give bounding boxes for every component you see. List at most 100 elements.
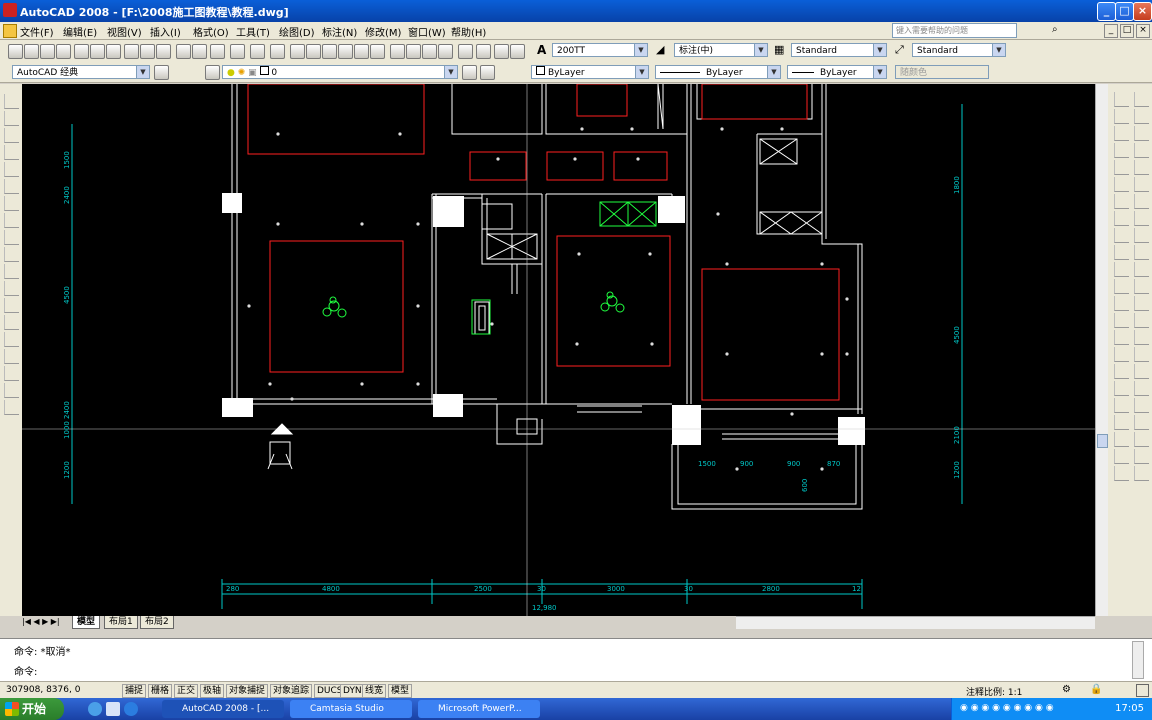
modify-tool-icon[interactable] (1114, 313, 1129, 328)
standard-tool-icon[interactable] (124, 44, 139, 59)
task-camtasia[interactable]: Camtasia Studio (290, 700, 412, 718)
sun-icon[interactable]: ✺ (238, 68, 246, 78)
chevron-down-icon[interactable]: ▼ (992, 44, 1005, 56)
modify-tool-icon[interactable] (1134, 466, 1149, 481)
make-layer-current-icon[interactable] (462, 65, 477, 80)
modify-tool-icon[interactable] (1134, 279, 1149, 294)
modify-tool-icon[interactable] (1134, 415, 1149, 430)
tab-layout2[interactable]: 布局2 (140, 616, 174, 629)
clean-screen-icon[interactable] (1136, 684, 1149, 697)
draw-tool-icon[interactable] (4, 247, 19, 262)
lineweight-toggle[interactable]: 线宽 (362, 684, 387, 698)
menu-help[interactable]: 帮助(H) (451, 24, 486, 39)
menu-tools[interactable]: 工具(T) (236, 24, 270, 39)
modify-tool-icon[interactable] (1134, 347, 1149, 362)
minimize-button[interactable]: _ (1097, 2, 1116, 21)
command-prompt[interactable]: 命令: (14, 663, 37, 678)
standard-tool-icon[interactable] (438, 44, 453, 59)
menu-view[interactable]: 视图(V) (107, 24, 142, 39)
tab-model[interactable]: 模型 (72, 616, 101, 629)
draw-tool-icon[interactable] (4, 179, 19, 194)
draw-tool-icon[interactable] (4, 94, 19, 109)
modify-tool-icon[interactable] (1114, 211, 1129, 226)
dyn-toggle[interactable]: DYN (340, 684, 365, 698)
standard-tool-icon[interactable] (290, 44, 305, 59)
modify-tool-icon[interactable] (1114, 262, 1129, 277)
close-button[interactable]: × (1133, 2, 1152, 21)
draw-tool-icon[interactable] (4, 111, 19, 126)
menu-format[interactable]: 格式(O) (193, 24, 229, 39)
autocad-app-icon[interactable] (3, 3, 17, 17)
menu-edit[interactable]: 编辑(E) (63, 24, 97, 39)
osnap-toggle[interactable]: 对象捕捉 (226, 684, 269, 698)
scroll-thumb[interactable] (1097, 434, 1108, 448)
modify-tool-icon[interactable] (1114, 398, 1129, 413)
task-powerpoint[interactable]: Microsoft PowerP... (418, 700, 540, 718)
modify-tool-icon[interactable] (1134, 194, 1149, 209)
modify-tool-icon[interactable] (1134, 245, 1149, 260)
draw-tool-icon[interactable] (4, 315, 19, 330)
draw-tool-icon[interactable] (4, 213, 19, 228)
menu-dimension[interactable]: 标注(N) (322, 24, 357, 39)
modify-tool-icon[interactable] (1114, 330, 1129, 345)
clock[interactable]: 17:05 (1115, 703, 1144, 714)
modify-tool-icon[interactable] (1114, 432, 1129, 447)
drawing-canvas[interactable]: 280 4800 2500 30 3000 30 2800 12 12,980 2400 1500… (22, 84, 1095, 616)
modify-tool-icon[interactable] (1114, 279, 1129, 294)
modify-tool-icon[interactable] (1134, 92, 1149, 107)
workspace-select[interactable]: AutoCAD 经典 ▼ (12, 65, 150, 79)
tray-icons[interactable]: ◉ ◉ ◉ ◉ ◉ ◉ ◉ ◉ ◉ (960, 703, 1054, 713)
annotation-scale[interactable]: 注释比例: 1:1 (966, 685, 1022, 698)
chevron-down-icon[interactable]: ▼ (444, 66, 457, 78)
standard-tool-icon[interactable] (56, 44, 71, 59)
chevron-down-icon[interactable]: ▼ (635, 66, 648, 78)
draw-tool-icon[interactable] (4, 400, 19, 415)
color-select[interactable]: ByLayer ▼ (531, 65, 649, 79)
standard-tool-icon[interactable] (270, 44, 285, 59)
workspace-settings-icon[interactable] (154, 65, 169, 80)
ortho-toggle[interactable]: 正交 (174, 684, 199, 698)
doc-close-button[interactable]: × (1136, 24, 1150, 38)
tab-nav-arrows[interactable]: |◀ ◀ ▶ ▶| (22, 616, 70, 628)
model-toggle[interactable]: 模型 (388, 684, 413, 698)
modify-tool-icon[interactable] (1114, 177, 1129, 192)
mleader-style-select[interactable]: Standard ▼ (912, 43, 1006, 57)
standard-tool-icon[interactable] (422, 44, 437, 59)
modify-tool-icon[interactable] (1134, 398, 1149, 413)
quicklaunch-help-icon[interactable] (88, 702, 102, 716)
draw-tool-icon[interactable] (4, 281, 19, 296)
modify-tool-icon[interactable] (1114, 228, 1129, 243)
draw-tool-icon[interactable] (4, 196, 19, 211)
draw-tool-icon[interactable] (4, 230, 19, 245)
table-style-select[interactable]: Standard ▼ (791, 43, 887, 57)
layer-properties-icon[interactable] (205, 65, 220, 80)
horizontal-scrollbar[interactable] (736, 616, 1095, 629)
standard-tool-icon[interactable] (494, 44, 509, 59)
modify-tool-icon[interactable] (1134, 313, 1149, 328)
modify-tool-icon[interactable] (1134, 126, 1149, 141)
standard-tool-icon[interactable] (390, 44, 405, 59)
modify-tool-icon[interactable] (1114, 347, 1129, 362)
modify-tool-icon[interactable] (1134, 160, 1149, 175)
mleader-style-icon[interactable]: ⤢ (895, 43, 909, 57)
doc-minimize-button[interactable]: _ (1104, 24, 1118, 38)
standard-tool-icon[interactable] (338, 44, 353, 59)
lightbulb-icon[interactable]: ● (227, 68, 235, 78)
modify-tool-icon[interactable] (1134, 330, 1149, 345)
modify-tool-icon[interactable] (1114, 381, 1129, 396)
lock-icon[interactable]: 🔒 (1090, 684, 1102, 695)
standard-tool-icon[interactable] (40, 44, 55, 59)
modify-tool-icon[interactable] (1134, 449, 1149, 464)
modify-tool-icon[interactable] (1134, 432, 1149, 447)
draw-tool-icon[interactable] (4, 332, 19, 347)
lock-icon[interactable]: ▣ (248, 68, 257, 78)
task-autocad[interactable]: AutoCAD 2008 - [... (162, 700, 284, 718)
modify-tool-icon[interactable] (1114, 126, 1129, 141)
command-scrollbar[interactable] (1132, 641, 1144, 679)
menu-draw[interactable]: 绘图(D) (279, 24, 315, 39)
menu-file[interactable]: 文件(F) (20, 24, 54, 39)
modify-tool-icon[interactable] (1134, 109, 1149, 124)
modify-tool-icon[interactable] (1134, 296, 1149, 311)
tab-layout1[interactable]: 布局1 (104, 616, 138, 629)
quicklaunch-desktop-icon[interactable] (106, 702, 120, 716)
